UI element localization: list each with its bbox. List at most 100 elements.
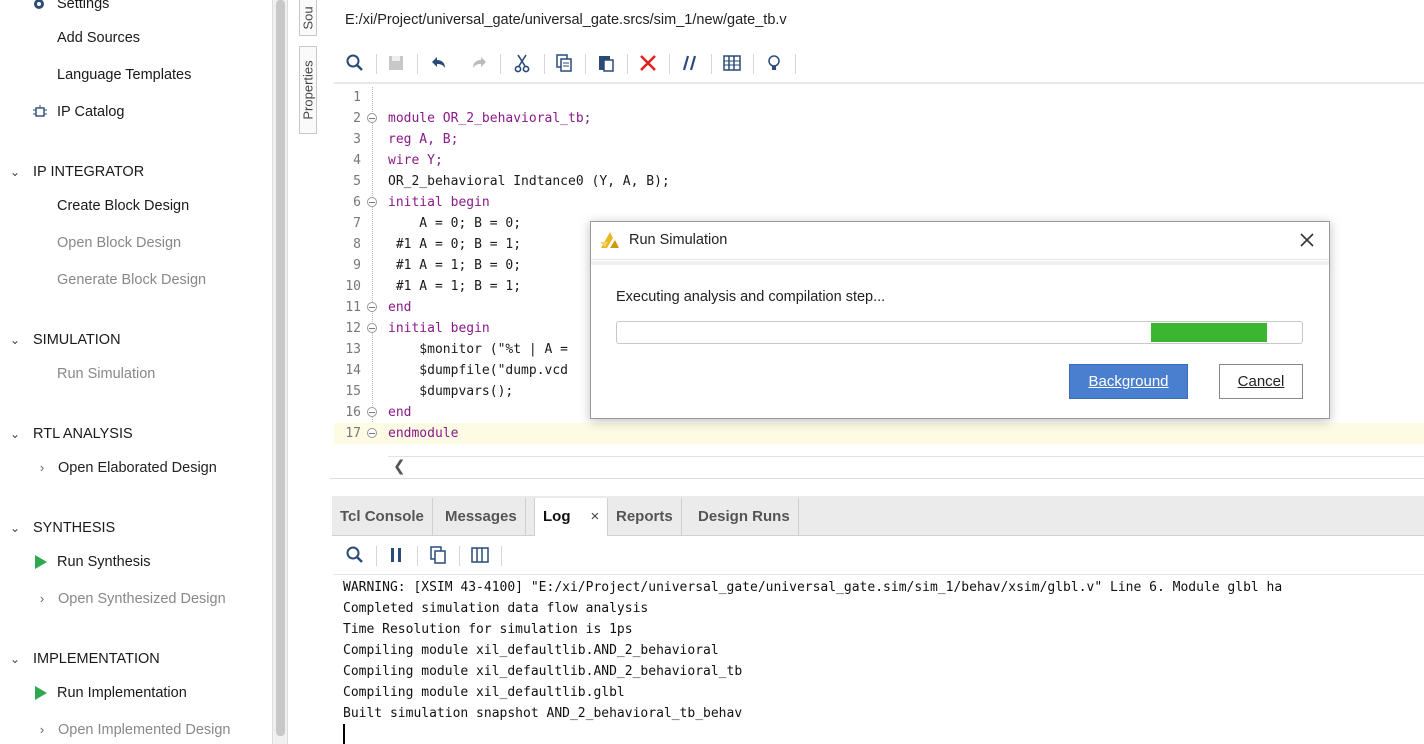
line-number: 12: [345, 321, 361, 336]
code-text: OR_2_behavioral Indtance0 (Y, A, B);: [388, 174, 670, 189]
pause-icon[interactable]: [385, 544, 407, 566]
section-header-label: SIMULATION: [33, 332, 121, 348]
code-horizontal-scrollbar[interactable]: ❮: [388, 456, 1424, 475]
section-simulation[interactable]: ⌄ SIMULATION: [8, 328, 121, 352]
nav-open-elaborated-design[interactable]: › Open Elaborated Design: [36, 456, 217, 480]
search-icon[interactable]: [344, 544, 366, 566]
line-number: 14: [345, 363, 361, 378]
fold-toggle-icon[interactable]: [367, 302, 377, 312]
log-output[interactable]: WARNING: [XSIM 43-4100] "E:/xi/Project/u…: [334, 574, 1424, 744]
code-line[interactable]: 1: [334, 87, 1424, 108]
section-rtl-analysis[interactable]: ⌄ RTL ANALYSIS: [8, 422, 133, 446]
fold-toggle-icon[interactable]: [367, 197, 377, 207]
nav-generate-block-design[interactable]: Generate Block Design: [57, 268, 206, 292]
tab-properties[interactable]: Properties: [299, 46, 317, 134]
comment-icon[interactable]: [679, 52, 701, 74]
tab-tcl-console[interactable]: Tcl Console: [332, 498, 433, 536]
chevron-right-icon: ›: [39, 722, 45, 737]
nav-run-implementation-label: Run Implementation: [57, 685, 187, 701]
log-line: Compiling module xil_defaultlib.glbl: [343, 685, 625, 700]
section-synthesis[interactable]: ⌄ SYNTHESIS: [8, 516, 115, 540]
fold-toggle-icon[interactable]: [367, 428, 377, 438]
cancel-button[interactable]: Cancel: [1219, 364, 1303, 399]
search-icon[interactable]: [344, 52, 366, 74]
nav-open-block-design[interactable]: Open Block Design: [57, 231, 181, 255]
code-text: $monitor ("%t | A =: [388, 342, 569, 357]
scrollbar-thumb[interactable]: [276, 0, 285, 736]
nav-language-templates[interactable]: Language Templates: [57, 63, 191, 87]
code-text: $dumpvars();: [388, 384, 514, 399]
section-implementation[interactable]: ⌄ IMPLEMENTATION: [8, 647, 160, 671]
fold-toggle-icon[interactable]: [367, 407, 377, 417]
log-line: Completed simulation data flow analysis: [343, 601, 649, 616]
cut-icon[interactable]: [511, 52, 533, 74]
tab-sources[interactable]: Sou: [299, 0, 317, 36]
nav-run-implementation[interactable]: Run Implementation: [35, 681, 187, 705]
columns-icon[interactable]: [721, 52, 743, 74]
tab-log[interactable]: Log ×: [534, 498, 609, 536]
tab-messages[interactable]: Messages: [437, 498, 526, 536]
line-number: 2: [353, 111, 361, 126]
bottom-panel-tabs: Tcl Console Messages Log × Reports Design…: [332, 496, 1424, 536]
scroll-left-icon[interactable]: ❮: [393, 457, 406, 475]
code-line[interactable]: 5 OR_2_behavioral Indtance0 (Y, A, B);: [334, 171, 1424, 192]
log-line: Time Resolution for simulation is 1ps: [343, 622, 633, 637]
tab-properties-label: Properties: [300, 60, 316, 120]
line-number: 17: [345, 426, 361, 441]
delete-icon[interactable]: [637, 52, 659, 74]
copy-icon[interactable]: [427, 544, 449, 566]
flow-navigator: Settings Add Sources Language Templates …: [0, 0, 272, 744]
code-line[interactable]: 2 module OR_2_behavioral_tb;: [334, 108, 1424, 129]
line-number: 1: [353, 90, 361, 105]
nav-settings[interactable]: Settings: [34, 0, 110, 16]
chevron-right-icon: ›: [39, 460, 45, 475]
vivado-logo-icon: [600, 232, 619, 248]
code-text: endmodule: [388, 426, 459, 441]
tab-reports[interactable]: Reports: [608, 498, 682, 536]
background-button[interactable]: Background: [1069, 364, 1188, 399]
code-text: end: [388, 300, 412, 315]
close-icon[interactable]: [1297, 230, 1317, 250]
log-line: WARNING: [XSIM 43-4100] "E:/xi/Project/u…: [343, 580, 1283, 595]
save-icon[interactable]: [385, 52, 407, 74]
code-line[interactable]: 17 endmodule: [334, 423, 1424, 444]
undo-icon[interactable]: [427, 52, 449, 74]
chevron-down-icon: ⌄: [9, 333, 21, 347]
nav-add-sources[interactable]: Add Sources: [57, 26, 140, 50]
section-header-label: RTL ANALYSIS: [33, 426, 133, 442]
nav-ip-catalog-label: IP Catalog: [57, 104, 125, 120]
tab-design-runs[interactable]: Design Runs: [690, 498, 799, 536]
nav-create-block-design[interactable]: Create Block Design: [57, 194, 189, 218]
redo-icon[interactable]: [469, 52, 491, 74]
navigator-scrollbar[interactable]: [272, 0, 288, 744]
nav-run-synthesis-label: Run Synthesis: [57, 554, 151, 570]
code-line[interactable]: 4 wire Y;: [334, 150, 1424, 171]
copy-icon[interactable]: [553, 52, 575, 74]
nav-run-synthesis[interactable]: Run Synthesis: [35, 550, 151, 574]
nav-settings-label: Settings: [57, 0, 110, 12]
editor-file-path: E:/xi/Project/universal_gate/universal_g…: [345, 12, 787, 28]
dialog-title-bar[interactable]: Run Simulation: [591, 222, 1329, 260]
code-text: initial begin: [388, 321, 490, 336]
code-line[interactable]: 6 initial begin: [334, 192, 1424, 213]
nav-run-simulation[interactable]: Run Simulation: [57, 362, 155, 386]
chevron-down-icon: ⌄: [9, 165, 21, 179]
chevron-down-icon: ⌄: [9, 652, 21, 666]
tab-log-label: Log: [543, 508, 571, 525]
nav-open-synthesized-design[interactable]: › Open Synthesized Design: [36, 587, 226, 611]
close-icon[interactable]: ×: [591, 508, 600, 525]
columns-icon[interactable]: [469, 544, 491, 566]
nav-ip-catalog[interactable]: IP Catalog: [33, 100, 125, 124]
editor-toolbar: [334, 46, 1424, 80]
lightbulb-icon[interactable]: [763, 52, 785, 74]
fold-toggle-icon[interactable]: [367, 113, 377, 123]
dialog-title: Run Simulation: [629, 232, 728, 248]
line-number: 13: [345, 342, 361, 357]
chevron-down-icon: ⌄: [9, 427, 21, 441]
paste-icon[interactable]: [595, 52, 617, 74]
nav-open-implemented-design[interactable]: › Open Implemented Design: [36, 718, 231, 742]
fold-toggle-icon[interactable]: [367, 323, 377, 333]
progress-bar: [616, 321, 1303, 344]
section-ip-integrator[interactable]: ⌄ IP INTEGRATOR: [8, 160, 144, 184]
code-line[interactable]: 3 reg A, B;: [334, 129, 1424, 150]
